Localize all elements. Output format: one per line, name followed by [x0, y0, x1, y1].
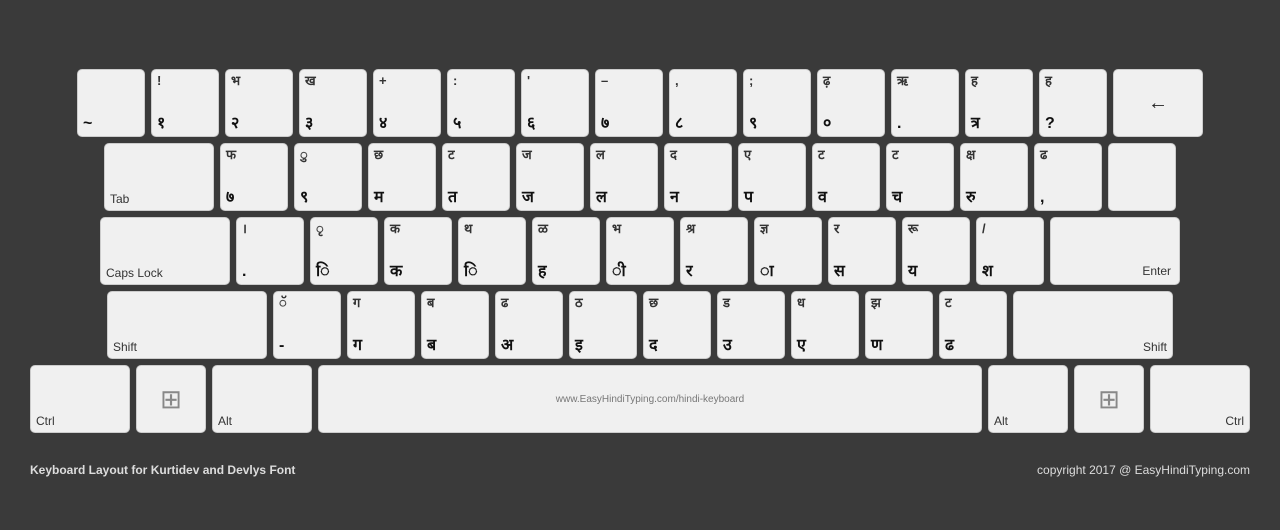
- space-url: www.EasyHindiTyping.com/hindi-keyboard: [556, 394, 744, 405]
- key-u[interactable]: द न: [664, 143, 732, 211]
- key-backslash[interactable]: [1108, 143, 1176, 211]
- key-d[interactable]: क क: [384, 217, 452, 285]
- key-s[interactable]: ृ ि: [310, 217, 378, 285]
- key-w[interactable]: ु ९: [294, 143, 362, 211]
- key-4[interactable]: + ४: [373, 69, 441, 137]
- key-9[interactable]: ; ९: [743, 69, 811, 137]
- key-backtick[interactable]: ~: [77, 69, 145, 137]
- key-a[interactable]: । .: [236, 217, 304, 285]
- key-b[interactable]: ठ इ: [569, 291, 637, 359]
- windows-icon-left: ⊞: [160, 384, 182, 415]
- key-minus[interactable]: ऋ .: [891, 69, 959, 137]
- footer-right: copyright 2017 @ EasyHindiTyping.com: [1037, 463, 1250, 477]
- footer-title: Keyboard Layout: [30, 463, 128, 477]
- key-q[interactable]: फ ७: [220, 143, 288, 211]
- key-rbracket[interactable]: ढ ,: [1034, 143, 1102, 211]
- key-x[interactable]: ग ग: [347, 291, 415, 359]
- key-2[interactable]: भ २: [225, 69, 293, 137]
- key-c[interactable]: ब ब: [421, 291, 489, 359]
- key-e[interactable]: छ म: [368, 143, 436, 211]
- keyboard-wrapper: ~ ! १ भ २ ख ३ + ४ : ५ ' ६ – ७: [0, 49, 1280, 459]
- key-alt-right[interactable]: Alt: [988, 365, 1068, 433]
- key-shift-right[interactable]: Shift: [1013, 291, 1173, 359]
- key-8[interactable]: , ८: [669, 69, 737, 137]
- key-ctrl-right[interactable]: Ctrl: [1150, 365, 1250, 433]
- key-f[interactable]: थ ि: [458, 217, 526, 285]
- key-v[interactable]: ढ अ: [495, 291, 563, 359]
- key-l[interactable]: र स: [828, 217, 896, 285]
- key-r[interactable]: ट त: [442, 143, 510, 211]
- key-slash[interactable]: ट ढ: [939, 291, 1007, 359]
- key-j[interactable]: श्र र: [680, 217, 748, 285]
- key-5[interactable]: : ५: [447, 69, 515, 137]
- key-equals[interactable]: ह त्र: [965, 69, 1033, 137]
- footer-left: Keyboard Layout for Kurtidev and Devlys …: [30, 463, 295, 477]
- key-y[interactable]: ल ल: [590, 143, 658, 211]
- key-ctrl-left[interactable]: Ctrl: [30, 365, 130, 433]
- key-bracket[interactable]: ह ?: [1039, 69, 1107, 137]
- key-quote[interactable]: / श: [976, 217, 1044, 285]
- key-win-left[interactable]: ⊞: [136, 365, 206, 433]
- key-period[interactable]: झ ण: [865, 291, 933, 359]
- key-enter[interactable]: Enter: [1050, 217, 1180, 285]
- key-semicolon[interactable]: रू य: [902, 217, 970, 285]
- key-i[interactable]: ए प: [738, 143, 806, 211]
- key-0[interactable]: ढ़ ०: [817, 69, 885, 137]
- key-m[interactable]: ड उ: [717, 291, 785, 359]
- key-g[interactable]: ळ ह: [532, 217, 600, 285]
- key-6[interactable]: ' ६: [521, 69, 589, 137]
- row-shift: Shift ॅ - ग ग ब ब ढ अ ठ इ छ द ड उ: [30, 291, 1250, 359]
- key-h[interactable]: भ ी: [606, 217, 674, 285]
- key-p[interactable]: ट च: [886, 143, 954, 211]
- key-win-right[interactable]: ⊞: [1074, 365, 1144, 433]
- row-bottom: Ctrl ⊞ Alt www.EasyHindiTyping.com/hindi…: [30, 365, 1250, 433]
- key-alt-left[interactable]: Alt: [212, 365, 312, 433]
- key-comma[interactable]: ध ए: [791, 291, 859, 359]
- key-tab[interactable]: Tab: [104, 143, 214, 211]
- key-z[interactable]: ॅ -: [273, 291, 341, 359]
- key-capslock[interactable]: Caps Lock: [100, 217, 230, 285]
- key-shift-left[interactable]: Shift: [107, 291, 267, 359]
- key-backspace[interactable]: ←: [1113, 69, 1203, 137]
- key-k[interactable]: ज्ञ ा: [754, 217, 822, 285]
- key-1[interactable]: ! १: [151, 69, 219, 137]
- key-n[interactable]: छ द: [643, 291, 711, 359]
- footer-copyright: copyright 2017 @ EasyHindiTyping.com: [1037, 463, 1250, 477]
- footer-subtitle: for Kurtidev and Devlys Font: [131, 463, 295, 477]
- key-lbracket[interactable]: क्ष रु: [960, 143, 1028, 211]
- footer: Keyboard Layout for Kurtidev and Devlys …: [0, 459, 1280, 481]
- key-7[interactable]: – ७: [595, 69, 663, 137]
- windows-icon-right: ⊞: [1098, 384, 1120, 415]
- row-qwerty: Tab फ ७ ु ९ छ म ट त ज ज ल ल द न: [30, 143, 1250, 211]
- row-asdf: Caps Lock । . ृ ि क क थ ि ळ ह भ ी श्र र: [30, 217, 1250, 285]
- row-numbers: ~ ! १ भ २ ख ३ + ४ : ५ ' ६ – ७: [30, 69, 1250, 137]
- key-o[interactable]: ट व: [812, 143, 880, 211]
- key-t[interactable]: ज ज: [516, 143, 584, 211]
- key-3[interactable]: ख ३: [299, 69, 367, 137]
- key-space[interactable]: www.EasyHindiTyping.com/hindi-keyboard: [318, 365, 982, 433]
